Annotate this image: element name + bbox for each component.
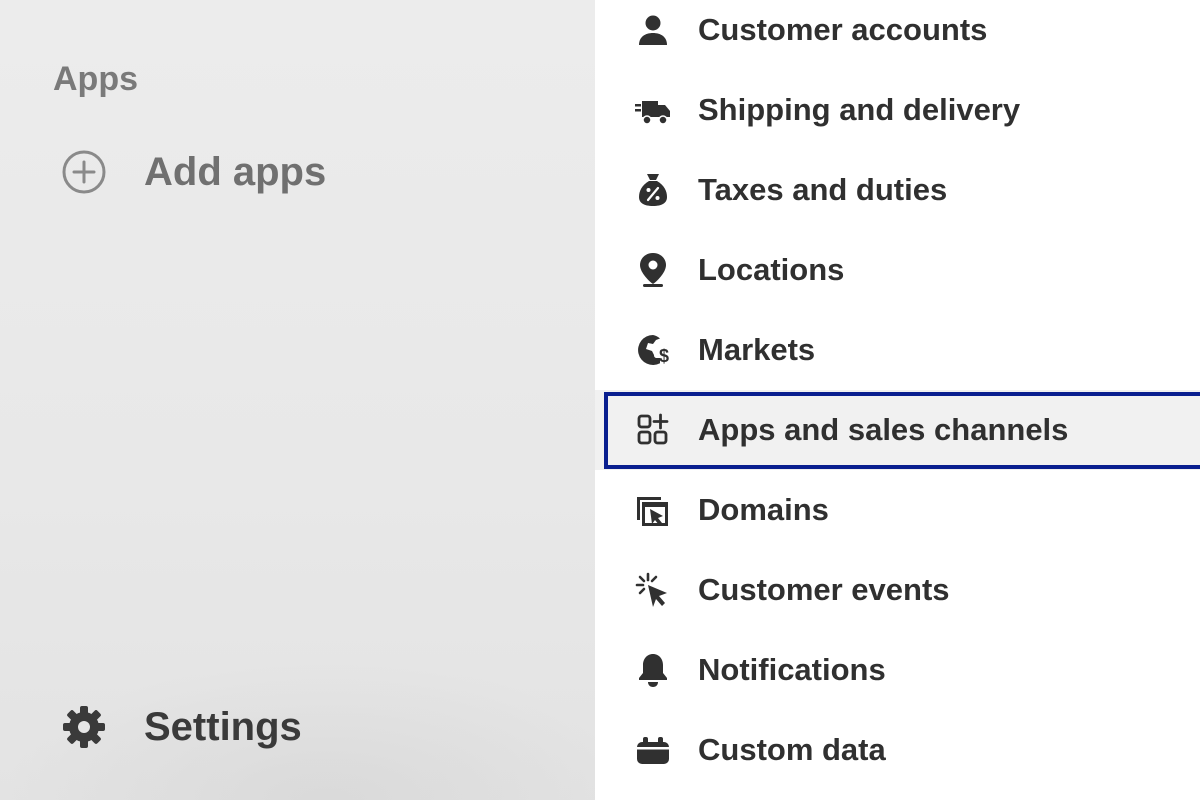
apps-section-heading: Apps <box>53 60 138 98</box>
location-pin-icon <box>633 250 673 290</box>
menu-item-taxes-and-duties[interactable]: Taxes and duties <box>595 150 1200 230</box>
menu-item-notifications[interactable]: Notifications <box>595 630 1200 710</box>
menu-item-label: Customer events <box>698 572 950 607</box>
menu-item-locations[interactable]: Locations <box>595 230 1200 310</box>
menu-item-label: Customer accounts <box>698 12 988 47</box>
domain-window-icon <box>633 490 673 530</box>
money-bag-percent-icon <box>633 170 673 210</box>
menu-item-label: Taxes and duties <box>698 172 948 207</box>
menu-item-apps-and-sales-channels[interactable]: Apps and sales channels <box>595 390 1200 470</box>
menu-item-shipping-and-delivery[interactable]: Shipping and delivery <box>595 70 1200 150</box>
gear-icon <box>58 701 110 753</box>
menu-item-custom-data[interactable]: Custom data <box>595 710 1200 790</box>
menu-item-domains[interactable]: Domains <box>595 470 1200 550</box>
delivery-truck-icon <box>633 90 673 130</box>
add-apps-button[interactable]: Add apps <box>58 146 326 198</box>
menu-item-label: Apps and sales channels <box>698 412 1069 447</box>
apps-grid-plus-icon <box>633 410 673 450</box>
menu-item-label: Domains <box>698 492 829 527</box>
cursor-click-icon <box>633 570 673 610</box>
sidebar: Apps Add apps Settings <box>0 0 595 800</box>
settings-menu: Customer accounts Shipping and delivery <box>595 0 1200 800</box>
menu-item-markets[interactable]: $ Markets <box>595 310 1200 390</box>
menu-item-label: Locations <box>698 252 845 287</box>
svg-text:$: $ <box>659 346 669 366</box>
menu-item-label: Markets <box>698 332 816 367</box>
menu-item-customer-accounts[interactable]: Customer accounts <box>595 0 1200 70</box>
add-apps-label: Add apps <box>144 149 327 194</box>
globe-dollar-icon: $ <box>633 330 673 370</box>
menu-item-label: Custom data <box>698 732 886 767</box>
settings-label: Settings <box>144 704 302 749</box>
custom-data-icon <box>633 730 673 770</box>
menu-item-label: Shipping and delivery <box>698 92 1021 127</box>
bell-icon <box>633 650 673 690</box>
menu-item-label: Notifications <box>698 652 886 687</box>
person-icon <box>633 10 673 50</box>
settings-button[interactable]: Settings <box>58 701 302 753</box>
plus-circle-icon <box>58 146 110 198</box>
menu-item-customer-events[interactable]: Customer events <box>595 550 1200 630</box>
